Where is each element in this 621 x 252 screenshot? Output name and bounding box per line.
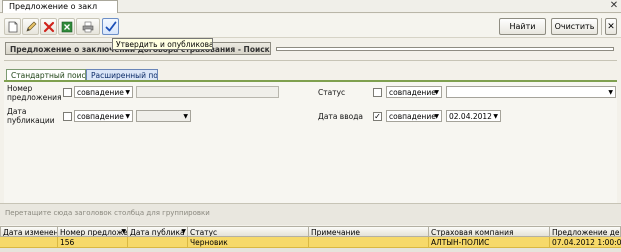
proposal-number-checkbox[interactable]: [63, 88, 72, 97]
print-icon: [82, 21, 94, 32]
input-date-label: Дата ввода: [318, 112, 364, 121]
chevron-down-icon: ▼: [434, 113, 439, 120]
proposal-number-match-select[interactable]: совпадение ▼: [74, 86, 133, 98]
close-tab-icon[interactable]: ✕: [609, 0, 619, 12]
chevron-down-icon: ▼: [608, 89, 613, 96]
divider: [4, 60, 617, 61]
print-button[interactable]: [76, 18, 100, 35]
approve-publish-button[interactable]: [102, 18, 119, 35]
status-match-select[interactable]: совпадение ▼: [386, 86, 442, 98]
column-header-publish-date[interactable]: Дата публика ▼: [128, 226, 188, 237]
cell-status: Черновик: [188, 237, 309, 248]
input-date-picker[interactable]: 02.04.2012 ▼: [446, 110, 501, 122]
edit-button[interactable]: [22, 18, 39, 35]
cell-change-date: [0, 237, 58, 248]
status-select[interactable]: ▼: [446, 86, 616, 98]
proposal-number-input[interactable]: [136, 86, 279, 98]
group-by-hint: Перетащите сюда заголовок столбца для гр…: [5, 209, 210, 217]
column-header-proposal-number[interactable]: Номер предложения▼: [58, 226, 128, 237]
export-excel-button[interactable]: [58, 18, 75, 35]
delete-icon: [43, 21, 54, 32]
search-form: [4, 80, 617, 203]
chevron-down-icon: ▼: [125, 89, 130, 96]
cell-proposal-valid: 07.04.2012 1:00:00: [552, 238, 621, 247]
column-header-note[interactable]: Примечание: [309, 226, 429, 237]
approve-check-icon: [105, 21, 116, 31]
clear-button[interactable]: Очистить: [551, 18, 598, 35]
cell-note: [309, 237, 429, 248]
column-header-status[interactable]: Статус: [188, 226, 309, 237]
input-date-match-select[interactable]: совпадение ▼: [386, 110, 442, 122]
proposal-number-label: Номер предложения: [7, 84, 62, 102]
tab-advanced-search[interactable]: Расширенный поиск: [86, 69, 158, 80]
filter-dropdown-icon[interactable]: ▼: [181, 228, 186, 235]
document-tab[interactable]: Предложение о закл: [2, 0, 118, 13]
chevron-down-icon: ▼: [183, 113, 188, 120]
status-checkbox[interactable]: [373, 88, 382, 97]
cell-publish-date: [128, 237, 188, 248]
delete-button[interactable]: [40, 18, 57, 35]
column-header-proposal-valid[interactable]: Предложение действ: [550, 226, 621, 237]
filter-dropdown-icon[interactable]: ▼: [121, 228, 126, 235]
cell-insurance-company: АЛТЫН-ПОЛИС: [429, 237, 550, 248]
tooltip-approve-publish: Утвердить и опубликовать: [112, 38, 213, 50]
find-button[interactable]: Найти: [499, 18, 546, 35]
publish-date-match-select[interactable]: совпадение ▼: [74, 110, 133, 122]
chevron-down-icon: ▼: [125, 113, 130, 120]
chevron-down-icon: ▼: [493, 113, 498, 120]
input-date-checkbox[interactable]: ✓: [373, 112, 382, 121]
edit-icon: [25, 21, 36, 32]
publish-date-label: Дата публикации: [7, 107, 55, 125]
publish-date-picker[interactable]: ▼: [136, 110, 191, 122]
cell-proposal-number: 156: [58, 237, 128, 248]
column-header-change-date[interactable]: Дата изменения: [0, 226, 58, 237]
new-doc-icon: [8, 21, 17, 32]
excel-icon: [61, 21, 72, 32]
column-header-insurance-company[interactable]: Страховая компания: [429, 226, 550, 237]
status-label: Статус: [318, 88, 346, 97]
toolbar-divider: [601, 18, 602, 35]
panel-title-bar: [276, 47, 614, 51]
new-button[interactable]: [4, 18, 21, 35]
horizontal-scrollbar[interactable]: [0, 248, 621, 252]
chevron-down-icon: ▼: [434, 89, 439, 96]
publish-date-checkbox[interactable]: [63, 112, 72, 121]
close-panel-icon[interactable]: ✕: [605, 18, 617, 35]
tab-standard-search[interactable]: Стандартный поиск: [6, 69, 86, 80]
